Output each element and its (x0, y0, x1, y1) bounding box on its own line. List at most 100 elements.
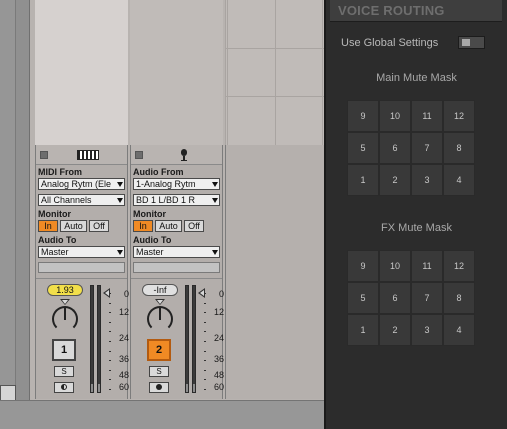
pan-center-marker-icon (155, 299, 165, 305)
fx-mute-mask-grid: 9 10 11 12 5 6 7 8 1 2 3 4 (347, 250, 475, 346)
divider (36, 278, 127, 279)
mute-mask-cell[interactable]: 10 (379, 100, 411, 132)
mute-mask-cell[interactable]: 8 (443, 132, 475, 164)
chevron-down-icon (117, 182, 123, 187)
output-channel-field[interactable] (133, 262, 220, 273)
scene-field[interactable] (0, 385, 16, 401)
monitor-auto-button[interactable]: Auto (155, 220, 182, 232)
meter-tick (204, 369, 206, 371)
main-mute-mask-grid: 9 10 11 12 5 6 7 8 1 2 3 4 (347, 100, 475, 196)
volume-readout[interactable]: 1.93 (47, 284, 83, 296)
level-meter-left (90, 285, 94, 393)
arm-button[interactable] (149, 382, 169, 393)
volume-readout[interactable]: -Inf (142, 284, 178, 296)
mute-mask-cell[interactable]: 9 (347, 250, 379, 282)
solo-button[interactable]: S (149, 366, 169, 377)
mute-mask-cell[interactable]: 4 (443, 314, 475, 346)
level-meter-right (192, 285, 196, 393)
chevron-down-icon (212, 198, 218, 203)
mute-mask-cell[interactable]: 9 (347, 100, 379, 132)
meter-tick (204, 379, 206, 381)
meter-scale-label: 36 (118, 354, 129, 364)
input-channel-dropdown[interactable]: All Channels (38, 194, 125, 206)
meter-tick (109, 360, 111, 362)
mute-mask-cell[interactable]: 7 (411, 132, 443, 164)
mute-mask-cell[interactable]: 11 (411, 100, 443, 132)
voice-routing-panel: VOICE ROUTING Use Global Settings Main M… (324, 0, 507, 429)
track-activator-button[interactable]: 2 (147, 339, 171, 361)
level-meter-right (97, 285, 101, 393)
mute-mask-cell[interactable]: 4 (443, 164, 475, 196)
level-meter-left (185, 285, 189, 393)
meter-tick (204, 321, 206, 323)
grid-line (225, 48, 324, 49)
grid-line (227, 0, 228, 145)
solo-button[interactable]: S (54, 366, 74, 377)
monitor-off-button[interactable]: Off (89, 220, 109, 232)
meter-tick (109, 331, 111, 333)
clip-stop-button[interactable] (40, 151, 48, 159)
microphone-icon (181, 149, 187, 161)
clip-stop-button[interactable] (135, 151, 143, 159)
monitor-label: Monitor (38, 209, 71, 219)
mute-mask-cell[interactable]: 5 (347, 132, 379, 164)
output-label: Audio To (38, 235, 77, 245)
empty-track-area (225, 145, 324, 399)
output-label: Audio To (133, 235, 172, 245)
meter-tick (109, 389, 111, 390)
monitor-in-button[interactable]: In (38, 220, 58, 232)
input-channel-dropdown[interactable]: BD 1 L/BD 1 R (133, 194, 220, 206)
meter-tick (204, 341, 206, 342)
mute-mask-cell[interactable]: 12 (443, 100, 475, 132)
mute-mask-cell[interactable]: 3 (411, 164, 443, 196)
divider (131, 278, 222, 279)
use-global-settings-toggle[interactable] (458, 36, 485, 49)
monitor-off-button[interactable]: Off (184, 220, 204, 232)
mute-mask-cell[interactable]: 2 (379, 314, 411, 346)
pan-knob[interactable] (147, 306, 173, 332)
monitor-auto-button[interactable]: Auto (60, 220, 87, 232)
clip-slot-track-2[interactable] (130, 0, 223, 145)
mute-mask-cell[interactable]: 12 (443, 250, 475, 282)
session-view: MIDI From Analog Rytm (Ele All Channels … (0, 0, 325, 429)
meter-tick (204, 360, 206, 362)
input-type-label: Audio From (133, 167, 184, 177)
mute-mask-cell[interactable]: 11 (411, 250, 443, 282)
chevron-down-icon (117, 250, 123, 255)
mute-mask-cell[interactable]: 8 (443, 282, 475, 314)
mute-mask-cell[interactable]: 7 (411, 282, 443, 314)
meter-tick (109, 302, 111, 304)
meter-scale-label: 60 (213, 382, 224, 392)
input-source-dropdown[interactable]: Analog Rytm (Ele (38, 178, 125, 190)
meter-tick (204, 389, 206, 390)
output-dropdown[interactable]: Master (38, 246, 125, 258)
meter-tick (204, 302, 206, 304)
mute-mask-cell[interactable]: 1 (347, 314, 379, 346)
session-bottom-bar (0, 400, 324, 429)
output-channel-field[interactable] (38, 262, 125, 273)
meter-tick (204, 350, 206, 352)
mute-mask-cell[interactable]: 10 (379, 250, 411, 282)
fx-mute-mask-title: FX Mute Mask (381, 222, 452, 234)
meter-scale-label: 12 (118, 307, 129, 317)
clip-slot-track-1[interactable] (35, 0, 128, 145)
track-header (36, 145, 127, 165)
meter-tick (204, 312, 206, 314)
input-source-dropdown[interactable]: 1-Analog Rytm (133, 178, 220, 190)
mute-mask-cell[interactable]: 5 (347, 282, 379, 314)
mute-mask-cell[interactable]: 2 (379, 164, 411, 196)
meter-scale-label: 0 (123, 289, 129, 299)
mute-mask-cell[interactable]: 6 (379, 282, 411, 314)
chevron-down-icon (212, 182, 218, 187)
monitor-label: Monitor (133, 209, 166, 219)
mute-mask-cell[interactable]: 1 (347, 164, 379, 196)
mute-mask-cell[interactable]: 3 (411, 314, 443, 346)
mute-mask-cell[interactable]: 6 (379, 132, 411, 164)
track-activator-button[interactable]: 1 (52, 339, 76, 361)
arm-button[interactable] (54, 382, 74, 393)
pan-knob[interactable] (52, 306, 78, 332)
output-dropdown[interactable]: Master (133, 246, 220, 258)
meter-tick (109, 293, 111, 294)
piano-keys-icon (77, 150, 99, 160)
monitor-in-button[interactable]: In (133, 220, 153, 232)
